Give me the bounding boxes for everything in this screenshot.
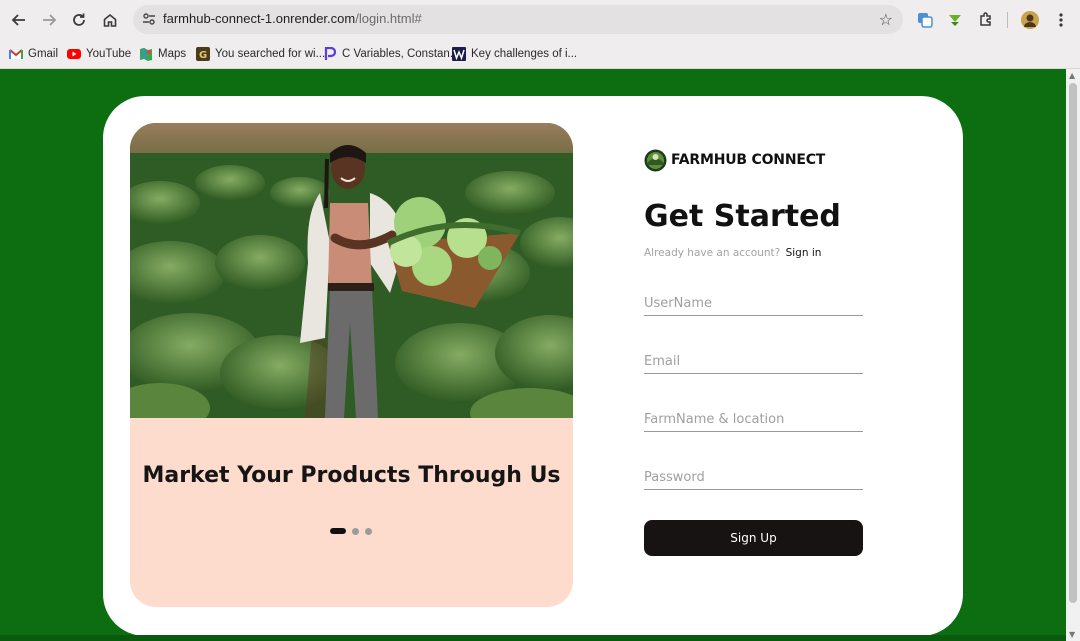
youtube-icon bbox=[67, 47, 81, 61]
browser-toolbar: farmhub-connect-1.onrender.com/login.htm… bbox=[0, 0, 1080, 40]
vertical-scrollbar[interactable]: ▲ ▼ bbox=[1066, 69, 1080, 641]
bookmark-star-icon[interactable]: ☆ bbox=[879, 10, 893, 29]
maps-icon bbox=[139, 47, 153, 61]
bookmarks-bar: Gmail YouTube Maps G You searched for wi… bbox=[0, 40, 1080, 69]
download-extension-icon[interactable] bbox=[944, 9, 966, 31]
carousel-dot-3[interactable] bbox=[365, 527, 372, 535]
signup-card: Market Your Products Through Us FARMHUB … bbox=[103, 96, 963, 635]
bookmark-g-site[interactable]: G You searched for wi... bbox=[196, 44, 325, 64]
bookmark-p-site[interactable]: C Variables, Constan... bbox=[323, 44, 459, 64]
carousel-title: Market Your Products Through Us bbox=[142, 463, 561, 488]
page-title: Get Started bbox=[644, 199, 841, 234]
toolbar-divider bbox=[1007, 12, 1008, 28]
translate-extension-icon[interactable] bbox=[914, 9, 936, 31]
bookmark-maps[interactable]: Maps bbox=[139, 44, 186, 64]
carousel-dots bbox=[330, 527, 372, 535]
email-field[interactable] bbox=[644, 349, 863, 374]
scroll-up-arrow-icon[interactable]: ▲ bbox=[1069, 71, 1075, 80]
bookmark-gmail[interactable]: Gmail bbox=[9, 44, 58, 64]
site-settings-icon[interactable] bbox=[139, 9, 159, 29]
username-field[interactable] bbox=[644, 291, 863, 316]
farmer-photo bbox=[130, 123, 573, 418]
page-background: Market Your Products Through Us FARMHUB … bbox=[0, 69, 1066, 635]
browser-menu-icon[interactable] bbox=[1050, 9, 1072, 31]
carousel-dot-1[interactable] bbox=[330, 528, 346, 534]
brand-name: FARMHUB CONNECT bbox=[671, 152, 826, 168]
extensions-puzzle-icon[interactable] bbox=[975, 9, 997, 31]
signin-link[interactable]: Sign in bbox=[786, 247, 822, 259]
farm-name-location-field[interactable] bbox=[644, 407, 863, 432]
signup-button[interactable]: Sign Up bbox=[644, 520, 863, 556]
signin-prompt: Already have an account? Sign in bbox=[644, 247, 821, 259]
page-bottom-edge bbox=[0, 635, 1066, 641]
reload-icon[interactable] bbox=[68, 9, 90, 31]
url-text[interactable]: farmhub-connect-1.onrender.com/login.htm… bbox=[163, 11, 422, 26]
address-bar[interactable]: farmhub-connect-1.onrender.com/login.htm… bbox=[133, 5, 903, 34]
bookmark-youtube[interactable]: YouTube bbox=[67, 44, 131, 64]
gmail-icon bbox=[9, 47, 23, 61]
back-arrow-icon[interactable] bbox=[8, 9, 30, 31]
have-account-text: Already have an account? bbox=[644, 247, 781, 259]
scroll-down-arrow-icon[interactable]: ▼ bbox=[1069, 630, 1075, 639]
g-site-icon: G bbox=[196, 47, 210, 61]
password-field[interactable] bbox=[644, 465, 863, 490]
farmhub-logo-icon bbox=[644, 149, 667, 171]
brand: FARMHUB CONNECT bbox=[644, 148, 825, 172]
bookmark-w-site[interactable]: Key challenges of i... bbox=[452, 44, 577, 64]
p-site-icon bbox=[323, 47, 337, 61]
scroll-thumb[interactable] bbox=[1069, 83, 1077, 603]
home-icon[interactable] bbox=[99, 9, 121, 31]
forward-arrow-icon[interactable] bbox=[38, 9, 60, 31]
carousel: Market Your Products Through Us bbox=[130, 123, 573, 607]
profile-avatar-icon[interactable] bbox=[1019, 9, 1041, 31]
w-site-icon bbox=[452, 47, 466, 61]
svg-text:G: G bbox=[199, 50, 207, 61]
carousel-dot-2[interactable] bbox=[352, 527, 359, 535]
